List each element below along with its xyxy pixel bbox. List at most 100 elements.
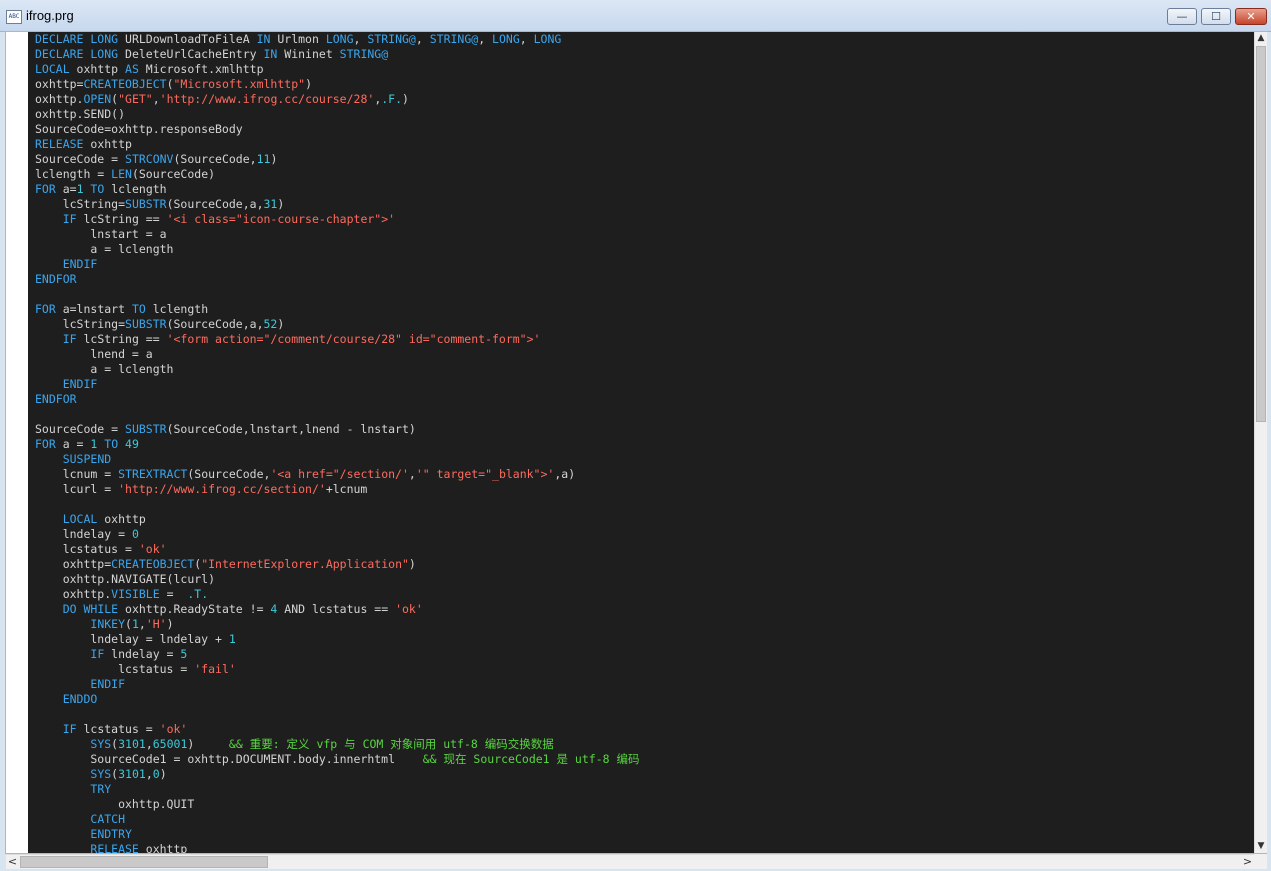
code-line[interactable]: CATCH <box>35 812 1254 827</box>
code-line[interactable]: ENDDO <box>35 692 1254 707</box>
scroll-down-arrow-icon[interactable]: ▼ <box>1255 840 1267 853</box>
code-token: lcnum = <box>35 467 119 481</box>
code-token: 52 <box>263 317 278 331</box>
code-line[interactable]: SourceCode=oxhttp.responseBody <box>35 122 1254 137</box>
code-token: LONG <box>533 32 562 46</box>
code-line[interactable]: IF lcString == '<i class="icon-course-ch… <box>35 212 1254 227</box>
code-line[interactable]: SYS(3101,65001) && 重要: 定义 vfp 与 COM 对象间用… <box>35 737 1254 752</box>
code-line[interactable]: a = lclength <box>35 242 1254 257</box>
code-line[interactable]: ENDFOR <box>35 392 1254 407</box>
code-token: DECLARE LONG <box>35 47 126 61</box>
code-line[interactable]: lcstatus = 'fail' <box>35 662 1254 677</box>
code-line[interactable] <box>35 497 1254 512</box>
code-token: ) <box>408 557 416 571</box>
code-line[interactable]: lcurl = 'http://www.ifrog.cc/section/'+l… <box>35 482 1254 497</box>
code-token: , <box>152 92 160 106</box>
code-token: SYS <box>90 737 112 751</box>
code-editor[interactable]: DECLARE LONG URLDownloadToFileA IN Urlmo… <box>28 32 1254 853</box>
code-line[interactable]: lcString=SUBSTR(SourceCode,a,31) <box>35 197 1254 212</box>
code-line[interactable]: oxhttp=CREATEOBJECT("Microsoft.xmlhttp") <box>35 77 1254 92</box>
code-token: TO <box>83 182 112 196</box>
code-token: DO WHILE <box>62 602 126 616</box>
code-line[interactable]: lndelay = lndelay + 1 <box>35 632 1254 647</box>
code-line[interactable]: SourceCode = SUBSTR(SourceCode,lnstart,l… <box>35 422 1254 437</box>
code-line[interactable]: oxhttp.QUIT <box>35 797 1254 812</box>
code-token: ( <box>166 77 174 91</box>
code-line[interactable] <box>35 407 1254 422</box>
code-line[interactable]: RELEASE oxhttp <box>35 137 1254 152</box>
code-line[interactable]: ENDTRY <box>35 827 1254 842</box>
code-token: lndelay = <box>35 527 132 541</box>
code-line[interactable]: IF lcstatus = 'ok' <box>35 722 1254 737</box>
code-line[interactable]: oxhttp=CREATEOBJECT("InternetExplorer.Ap… <box>35 557 1254 572</box>
code-line[interactable]: ENDIF <box>35 257 1254 272</box>
code-line[interactable]: DECLARE LONG URLDownloadToFileA IN Urlmo… <box>35 32 1254 47</box>
code-line[interactable]: DECLARE LONG DeleteUrlCacheEntry IN Wini… <box>35 47 1254 62</box>
code-token: , <box>408 467 416 481</box>
code-token: lnend = a <box>35 347 153 361</box>
code-token: , <box>478 32 493 46</box>
code-token: 65001 <box>152 737 188 751</box>
code-line[interactable]: lcnum = STREXTRACT(SourceCode,'<a href="… <box>35 467 1254 482</box>
code-line[interactable]: a = lclength <box>35 362 1254 377</box>
minimize-button[interactable]: — <box>1167 8 1197 25</box>
code-token: oxhttp <box>104 512 146 526</box>
code-line[interactable]: SUSPEND <box>35 452 1254 467</box>
code-line[interactable]: SourceCode = STRCONV(SourceCode,11) <box>35 152 1254 167</box>
vertical-scroll-thumb[interactable] <box>1256 46 1266 422</box>
code-token: Wininet <box>284 47 340 61</box>
code-line[interactable]: lndelay = 0 <box>35 527 1254 542</box>
code-line[interactable]: IF lndelay = 5 <box>35 647 1254 662</box>
code-token: (SourceCode) <box>131 167 216 181</box>
code-line[interactable]: SYS(3101,0) <box>35 767 1254 782</box>
code-line[interactable]: lcstatus = 'ok' <box>35 542 1254 557</box>
code-token: 3101 <box>118 767 146 781</box>
code-line[interactable]: SourceCode1 = oxhttp.DOCUMENT.body.inner… <box>35 752 1254 767</box>
code-line[interactable]: LOCAL oxhttp AS Microsoft.xmlhttp <box>35 62 1254 77</box>
code-line[interactable]: FOR a=1 TO lclength <box>35 182 1254 197</box>
code-line[interactable]: oxhttp.VISIBLE = .T. <box>35 587 1254 602</box>
code-token: (SourceCode,a, <box>166 317 264 331</box>
code-line[interactable]: oxhttp.OPEN("GET",'http://www.ifrog.cc/c… <box>35 92 1254 107</box>
scrollbar-corner <box>1254 854 1267 869</box>
scroll-right-arrow-icon[interactable]: > <box>1241 855 1254 869</box>
code-token: IF <box>62 212 84 226</box>
code-line[interactable]: lnend = a <box>35 347 1254 362</box>
code-line[interactable]: oxhttp.NAVIGATE(lcurl) <box>35 572 1254 587</box>
code-token: 'http://www.ifrog.cc/course/28' <box>159 92 375 106</box>
code-line[interactable]: FOR a = 1 TO 49 <box>35 437 1254 452</box>
code-line[interactable]: IF lcString == '<form action="/comment/c… <box>35 332 1254 347</box>
maximize-button[interactable]: ☐ <box>1201 8 1231 25</box>
code-line[interactable]: RELEASE oxhttp <box>35 842 1254 853</box>
code-line[interactable] <box>35 287 1254 302</box>
code-line[interactable]: lcString=SUBSTR(SourceCode,a,52) <box>35 317 1254 332</box>
code-text[interactable]: DECLARE LONG URLDownloadToFileA IN Urlmo… <box>28 32 1254 853</box>
scroll-left-arrow-icon[interactable]: < <box>6 855 19 869</box>
code-line[interactable]: FOR a=lnstart TO lclength <box>35 302 1254 317</box>
vertical-scrollbar[interactable]: ▲ ▼ <box>1254 32 1267 853</box>
code-token: ENDDO <box>62 692 98 706</box>
code-line[interactable]: oxhttp.SEND() <box>35 107 1254 122</box>
code-line[interactable]: LOCAL oxhttp <box>35 512 1254 527</box>
horizontal-scroll-thumb[interactable] <box>20 856 268 868</box>
code-token: 3101 <box>118 737 146 751</box>
close-button[interactable]: ✕ <box>1235 8 1267 25</box>
scroll-up-arrow-icon[interactable]: ▲ <box>1255 32 1267 45</box>
code-line[interactable] <box>35 707 1254 722</box>
code-token: IF <box>62 722 84 736</box>
code-line[interactable]: lnstart = a <box>35 227 1254 242</box>
code-line[interactable]: INKEY(1,'H') <box>35 617 1254 632</box>
code-token: 'ok' <box>138 542 167 556</box>
code-line[interactable]: DO WHILE oxhttp.ReadyState != 4 AND lcst… <box>35 602 1254 617</box>
code-token: oxhttp.ReadyState != <box>125 602 271 616</box>
code-line[interactable]: TRY <box>35 782 1254 797</box>
horizontal-scrollbar[interactable]: < > <box>6 854 1254 869</box>
code-token: 1 <box>131 617 139 631</box>
code-line[interactable]: ENDIF <box>35 677 1254 692</box>
code-line[interactable]: ENDFOR <box>35 272 1254 287</box>
code-token: lcString= <box>35 197 126 211</box>
code-line[interactable]: ENDIF <box>35 377 1254 392</box>
code-line[interactable]: lclength = LEN(SourceCode) <box>35 167 1254 182</box>
